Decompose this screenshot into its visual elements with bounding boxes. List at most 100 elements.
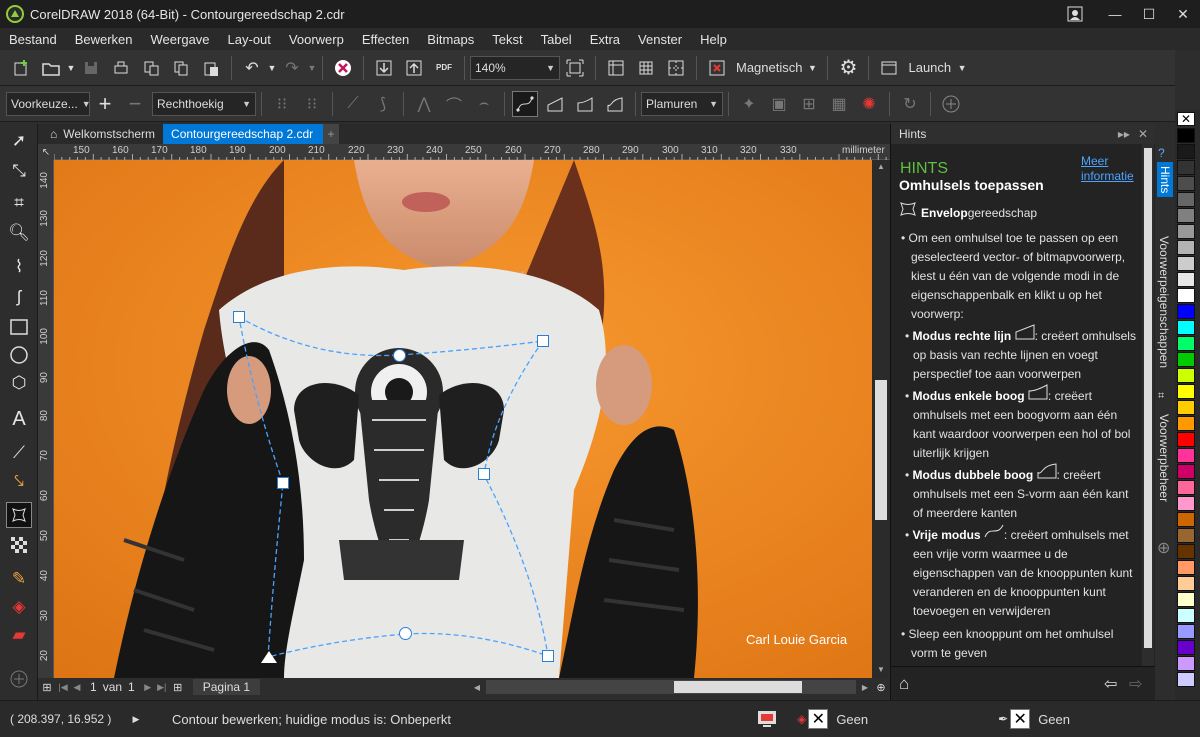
color-swatch[interactable] — [1177, 288, 1195, 303]
copy-envelope-icon[interactable]: ▣ — [766, 91, 792, 117]
cusp-node-icon[interactable]: ⋀ — [411, 91, 437, 117]
save-icon[interactable] — [78, 55, 104, 81]
back-arrow-icon[interactable]: ⇦ — [1104, 674, 1117, 694]
color-proofing-icon[interactable] — [757, 710, 777, 728]
tab-hints[interactable]: Hints — [1157, 162, 1173, 198]
ruler-corner[interactable]: ↖ — [38, 144, 54, 160]
single-arc-mode-icon[interactable] — [572, 91, 598, 117]
to-line-icon[interactable]: ⟋ — [340, 91, 366, 117]
drawing-canvas[interactable]: Carl Louie Garcia — [54, 160, 872, 678]
hints-scrollbar[interactable] — [1142, 144, 1154, 666]
color-swatch[interactable] — [1177, 448, 1195, 463]
horizontal-ruler[interactable]: 150 160 170 180 190 200 210 220 230 240 … — [54, 144, 890, 160]
reset-icon[interactable]: ↻ — [897, 91, 923, 117]
text-tool-icon[interactable]: A — [6, 406, 32, 432]
maximize-button[interactable]: ☐ — [1132, 6, 1166, 23]
snap-to-label[interactable]: Magnetisch — [736, 60, 802, 75]
full-screen-preview-icon[interactable] — [562, 55, 588, 81]
close-docker-icon[interactable]: ✕ — [1138, 127, 1148, 141]
color-swatch[interactable] — [1177, 640, 1195, 655]
polygon-tool-icon[interactable]: ⬡ — [6, 370, 32, 396]
envelope-node[interactable] — [537, 335, 549, 347]
create-envelope-from-icon[interactable]: ⊞ — [796, 91, 822, 117]
home-icon[interactable]: ⌂ — [899, 674, 909, 694]
envelope-node[interactable] — [399, 627, 412, 640]
parallel-dimension-tool-icon[interactable]: ⟋ — [6, 440, 32, 466]
envelope-node[interactable] — [233, 311, 245, 323]
color-swatch[interactable] — [1177, 400, 1195, 415]
minimize-button[interactable]: — — [1098, 7, 1132, 22]
menu-effecten[interactable]: Effecten — [353, 32, 418, 47]
menu-lay-out[interactable]: Lay-out — [219, 32, 280, 47]
open-dropdown-icon[interactable]: ▼ — [66, 63, 76, 73]
fill-none-swatch[interactable]: ✕ — [808, 709, 829, 729]
launch-label[interactable]: Launch — [908, 60, 951, 75]
vertical-scrollbar[interactable]: ▲ ▼ — [872, 160, 890, 678]
color-swatch[interactable] — [1177, 192, 1195, 207]
add-node-icon[interactable]: ⁝⁝ — [269, 91, 295, 117]
new-document-icon[interactable] — [8, 55, 34, 81]
envelope-nodes-icon[interactable]: ✺ — [856, 91, 882, 117]
preset-combo[interactable]: Voorkeuze... ▼ — [6, 91, 91, 116]
color-swatch[interactable] — [1177, 464, 1195, 479]
menu-venster[interactable]: Venster — [629, 32, 691, 47]
menu-help[interactable]: Help — [691, 32, 736, 47]
smart-fill-tool-icon[interactable]: ▰ — [6, 622, 32, 648]
page-tab[interactable]: Pagina 1 — [192, 679, 261, 695]
double-arc-mode-icon[interactable] — [602, 91, 628, 117]
unconstrained-mode-icon[interactable] — [512, 90, 538, 117]
envelope-node[interactable] — [542, 650, 554, 662]
menu-tekst[interactable]: Tekst — [483, 32, 531, 47]
snap-to-icon[interactable] — [704, 55, 730, 81]
scroll-up-icon[interactable]: ▲ — [877, 162, 885, 171]
color-swatch[interactable] — [1177, 208, 1195, 223]
symmetrical-node-icon[interactable]: ⌢ — [471, 91, 497, 117]
paste-icon[interactable] — [198, 55, 224, 81]
redo-icon[interactable]: ↷ — [279, 55, 305, 81]
next-page-icon[interactable]: ▶ — [141, 682, 155, 693]
account-icon[interactable] — [1062, 3, 1088, 25]
rectangle-tool-icon[interactable] — [6, 314, 32, 340]
help-icon[interactable]: ? — [1158, 146, 1165, 160]
zoom-navigator-icon[interactable]: ⊕ — [872, 681, 890, 694]
first-page-icon[interactable]: |◀ — [56, 682, 70, 693]
menu-weergave[interactable]: Weergave — [142, 32, 219, 47]
color-swatch[interactable] — [1177, 656, 1195, 671]
ellipse-tool-icon[interactable] — [6, 342, 32, 368]
color-swatch[interactable] — [1177, 160, 1195, 175]
color-swatch[interactable] — [1177, 672, 1195, 687]
envelope-node[interactable] — [393, 349, 406, 362]
scroll-left-icon[interactable]: ◀ — [470, 683, 484, 692]
to-curve-icon[interactable]: ⟆ — [370, 91, 396, 117]
tab-welcome-screen[interactable]: ⌂ Welkomstscherm — [42, 124, 163, 144]
color-swatch[interactable] — [1177, 144, 1195, 159]
menu-extra[interactable]: Extra — [581, 32, 629, 47]
collapse-docker-icon[interactable]: ▸▸ — [1118, 127, 1130, 141]
color-swatch[interactable] — [1177, 480, 1195, 495]
color-swatch[interactable] — [1177, 384, 1195, 399]
launch-icon[interactable] — [876, 55, 902, 81]
show-grid-icon[interactable] — [633, 55, 659, 81]
show-rulers-icon[interactable] — [603, 55, 629, 81]
menu-bitmaps[interactable]: Bitmaps — [418, 32, 483, 47]
color-swatch[interactable] — [1177, 320, 1195, 335]
status-menu-arrow-icon[interactable]: ▶ — [130, 714, 142, 725]
vertical-ruler[interactable]: 140 130 120 110 100 90 80 70 60 50 40 30… — [38, 160, 54, 678]
add-tool-icon[interactable] — [6, 666, 32, 692]
envelope-outline[interactable] — [54, 160, 872, 678]
tab-object-properties[interactable]: Voorwerpeigenschappen — [1157, 236, 1171, 368]
add-preset-icon[interactable]: + — [92, 91, 118, 117]
color-swatch[interactable] — [1177, 512, 1195, 527]
export-icon[interactable] — [401, 55, 427, 81]
color-swatch[interactable] — [1177, 352, 1195, 367]
zoom-level-combo[interactable]: 140% ▼ — [470, 55, 560, 80]
scroll-down-icon[interactable]: ▼ — [877, 665, 885, 674]
add-page-before-icon[interactable]: ⊞ — [38, 681, 56, 694]
horizontal-scrollbar-thumb[interactable] — [674, 681, 802, 693]
color-swatch[interactable] — [1177, 592, 1195, 607]
options-gear-icon[interactable]: ⚙ — [835, 55, 861, 81]
copy-icon[interactable] — [168, 55, 194, 81]
color-swatch[interactable] — [1177, 624, 1195, 639]
color-swatch[interactable] — [1177, 240, 1195, 255]
add-tab-button[interactable]: + — [323, 124, 340, 144]
